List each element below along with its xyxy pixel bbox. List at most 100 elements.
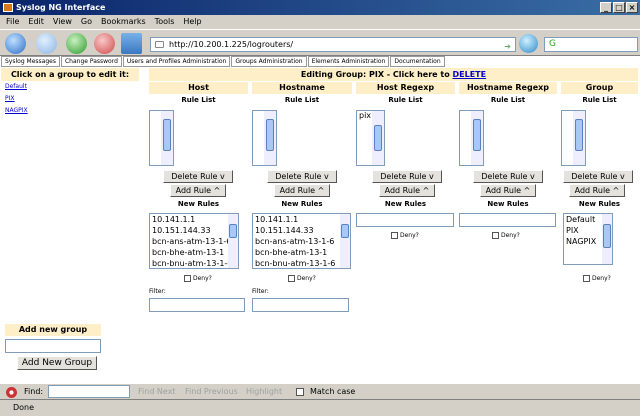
delete-rule-button[interactable]: Delete Rule v [267,170,337,183]
stop-icon[interactable] [94,33,115,54]
search-input[interactable]: G [544,37,638,52]
find-previous-button[interactable]: Find Previous [185,384,238,400]
list-item[interactable]: bcn-bhe-atm-13-1 [255,247,350,258]
url-input[interactable]: http://10.200.1.225/logrouters/ ➜ [150,37,516,52]
tab-elements-administration[interactable]: Elements Administration [307,56,390,67]
find-label: Find: [24,387,44,396]
add-rule-button[interactable]: Add Rule ^ [569,184,625,197]
list-item[interactable]: 10.141.1.1 [255,214,350,225]
scrollbar[interactable] [161,111,173,165]
rule-list-box[interactable] [561,110,586,166]
delete-rule-button[interactable]: Delete Rule v [372,170,442,183]
column-header: Group [561,82,638,94]
list-item[interactable]: 10.151.144.33 [152,225,238,236]
deny-checkbox[interactable]: Deny? [288,275,316,282]
rule-list-label: Rule List [284,96,320,104]
new-rules-list[interactable]: 10.141.1.1 10.151.144.33 bcn-ans-atm-13-… [149,213,239,269]
scrollbar[interactable] [573,111,585,165]
close-find-icon[interactable] [6,387,17,398]
home-icon[interactable] [121,33,142,54]
find-next-button[interactable]: Find Next [138,384,176,400]
menu-file[interactable]: File [6,15,19,29]
rule-list-label: Rule List [388,96,423,104]
search-engine-icon[interactable] [519,34,538,53]
menu-edit[interactable]: Edit [28,15,44,29]
list-item[interactable]: 10.141.1.1 [152,214,238,225]
deny-checkbox[interactable]: Deny? [391,232,419,239]
column-hostname: Hostname Rule List Delete Rule v Add Rul… [252,82,352,312]
column-header: Hostname Regexp [459,82,557,94]
maximize-button[interactable]: □ [613,2,625,13]
group-name-input[interactable] [5,339,101,353]
scrollbar[interactable] [602,214,612,264]
menu-help[interactable]: Help [183,15,201,29]
delete-rule-button[interactable]: Delete Rule v [473,170,543,183]
edit-group-title: Editing Group: PIX - Click here to DELET… [149,68,638,81]
menu-bookmarks[interactable]: Bookmarks [101,15,146,29]
rule-list-box[interactable] [149,110,174,166]
group-link-pix[interactable]: PIX [1,93,139,105]
menu-tools[interactable]: Tools [155,15,175,29]
filter-input[interactable] [149,298,245,312]
list-item[interactable]: 10.151.144.33 [255,225,350,236]
find-input[interactable] [48,385,130,398]
list-item[interactable]: bcn-ans-atm-13-1-6 [255,236,350,247]
new-rules-list[interactable]: 10.141.1.1 10.151.144.33 bcn-ans-atm-13-… [252,213,351,269]
tab-syslog-messages[interactable]: Syslog Messages [1,56,60,67]
back-icon[interactable] [5,33,26,54]
menu-go[interactable]: Go [81,15,92,29]
close-button[interactable]: × [626,2,638,13]
tab-documentation[interactable]: Documentation [390,56,445,67]
rule-list-box[interactable] [459,110,484,166]
delete-group-link[interactable]: DELETE [453,70,487,79]
menu-view[interactable]: View [53,15,72,29]
list-item[interactable]: bcn-ans-atm-13-1-6 [152,236,238,247]
find-toolbar: Find: Find Next Find Previous Highlight … [0,383,640,399]
rule-list-box[interactable] [252,110,277,166]
reload-icon[interactable] [66,33,87,54]
rule-item[interactable]: pix [359,111,371,120]
list-item[interactable]: bcn-bhe-atm-13-1 [152,247,238,258]
add-rule-button[interactable]: Add Rule ^ [379,184,435,197]
browser-window: Syslog NG Interface _ □ × File Edit View… [0,0,640,416]
go-icon[interactable]: ➜ [504,40,511,53]
scrollbar[interactable] [471,111,483,165]
add-group-header: Add new group [5,324,101,336]
filter-input[interactable] [252,298,349,312]
group-link-nagpix[interactable]: NAGPIX [1,105,139,117]
new-rules-list[interactable]: Default PIX NAGPIX [563,213,613,265]
group-link-default[interactable]: Default [1,81,139,93]
rule-list-box[interactable]: pix [356,110,385,166]
add-rule-button[interactable]: Add Rule ^ [480,184,536,197]
list-item[interactable]: bcn-bnu-atm-13-1-6 [255,258,350,268]
page-icon [155,41,164,48]
delete-rule-button[interactable]: Delete Rule v [163,170,233,183]
scrollbar[interactable] [372,111,384,165]
group-list-panel: Click on a group to edit it: Default PIX… [1,68,139,315]
scrollbar[interactable] [264,111,276,165]
minimize-button[interactable]: _ [600,2,612,13]
new-rule-input[interactable] [356,213,454,227]
highlight-button[interactable]: Highlight [246,384,282,400]
match-case-label: Match case [310,387,356,396]
deny-checkbox[interactable]: Deny? [583,275,611,282]
match-case-checkbox[interactable] [296,388,304,396]
add-new-group-button[interactable]: Add New Group [17,356,97,370]
delete-rule-button[interactable]: Delete Rule v [563,170,633,183]
deny-checkbox[interactable]: Deny? [492,232,520,239]
tab-users-profiles[interactable]: Users and Profiles Administration [122,56,231,67]
scrollbar[interactable] [228,214,238,268]
deny-checkbox[interactable]: Deny? [184,275,212,282]
scrollbar[interactable] [340,214,350,268]
column-hostname-regexp: Hostname Regexp Rule List Delete Rule v … [459,82,557,282]
filter-label: Filter: [149,288,166,295]
list-item[interactable]: bcn-bnu-atm-13-1-6 [152,258,238,268]
column-header: Host Regexp [356,82,455,94]
tab-groups-administration[interactable]: Groups Administration [231,56,307,67]
edit-title-text: Editing Group: PIX - Click here to [300,70,453,79]
new-rule-input[interactable] [459,213,556,227]
add-rule-button[interactable]: Add Rule ^ [170,184,226,197]
tab-change-password[interactable]: Change Password [60,56,122,67]
forward-icon[interactable] [36,33,57,54]
add-rule-button[interactable]: Add Rule ^ [274,184,330,197]
